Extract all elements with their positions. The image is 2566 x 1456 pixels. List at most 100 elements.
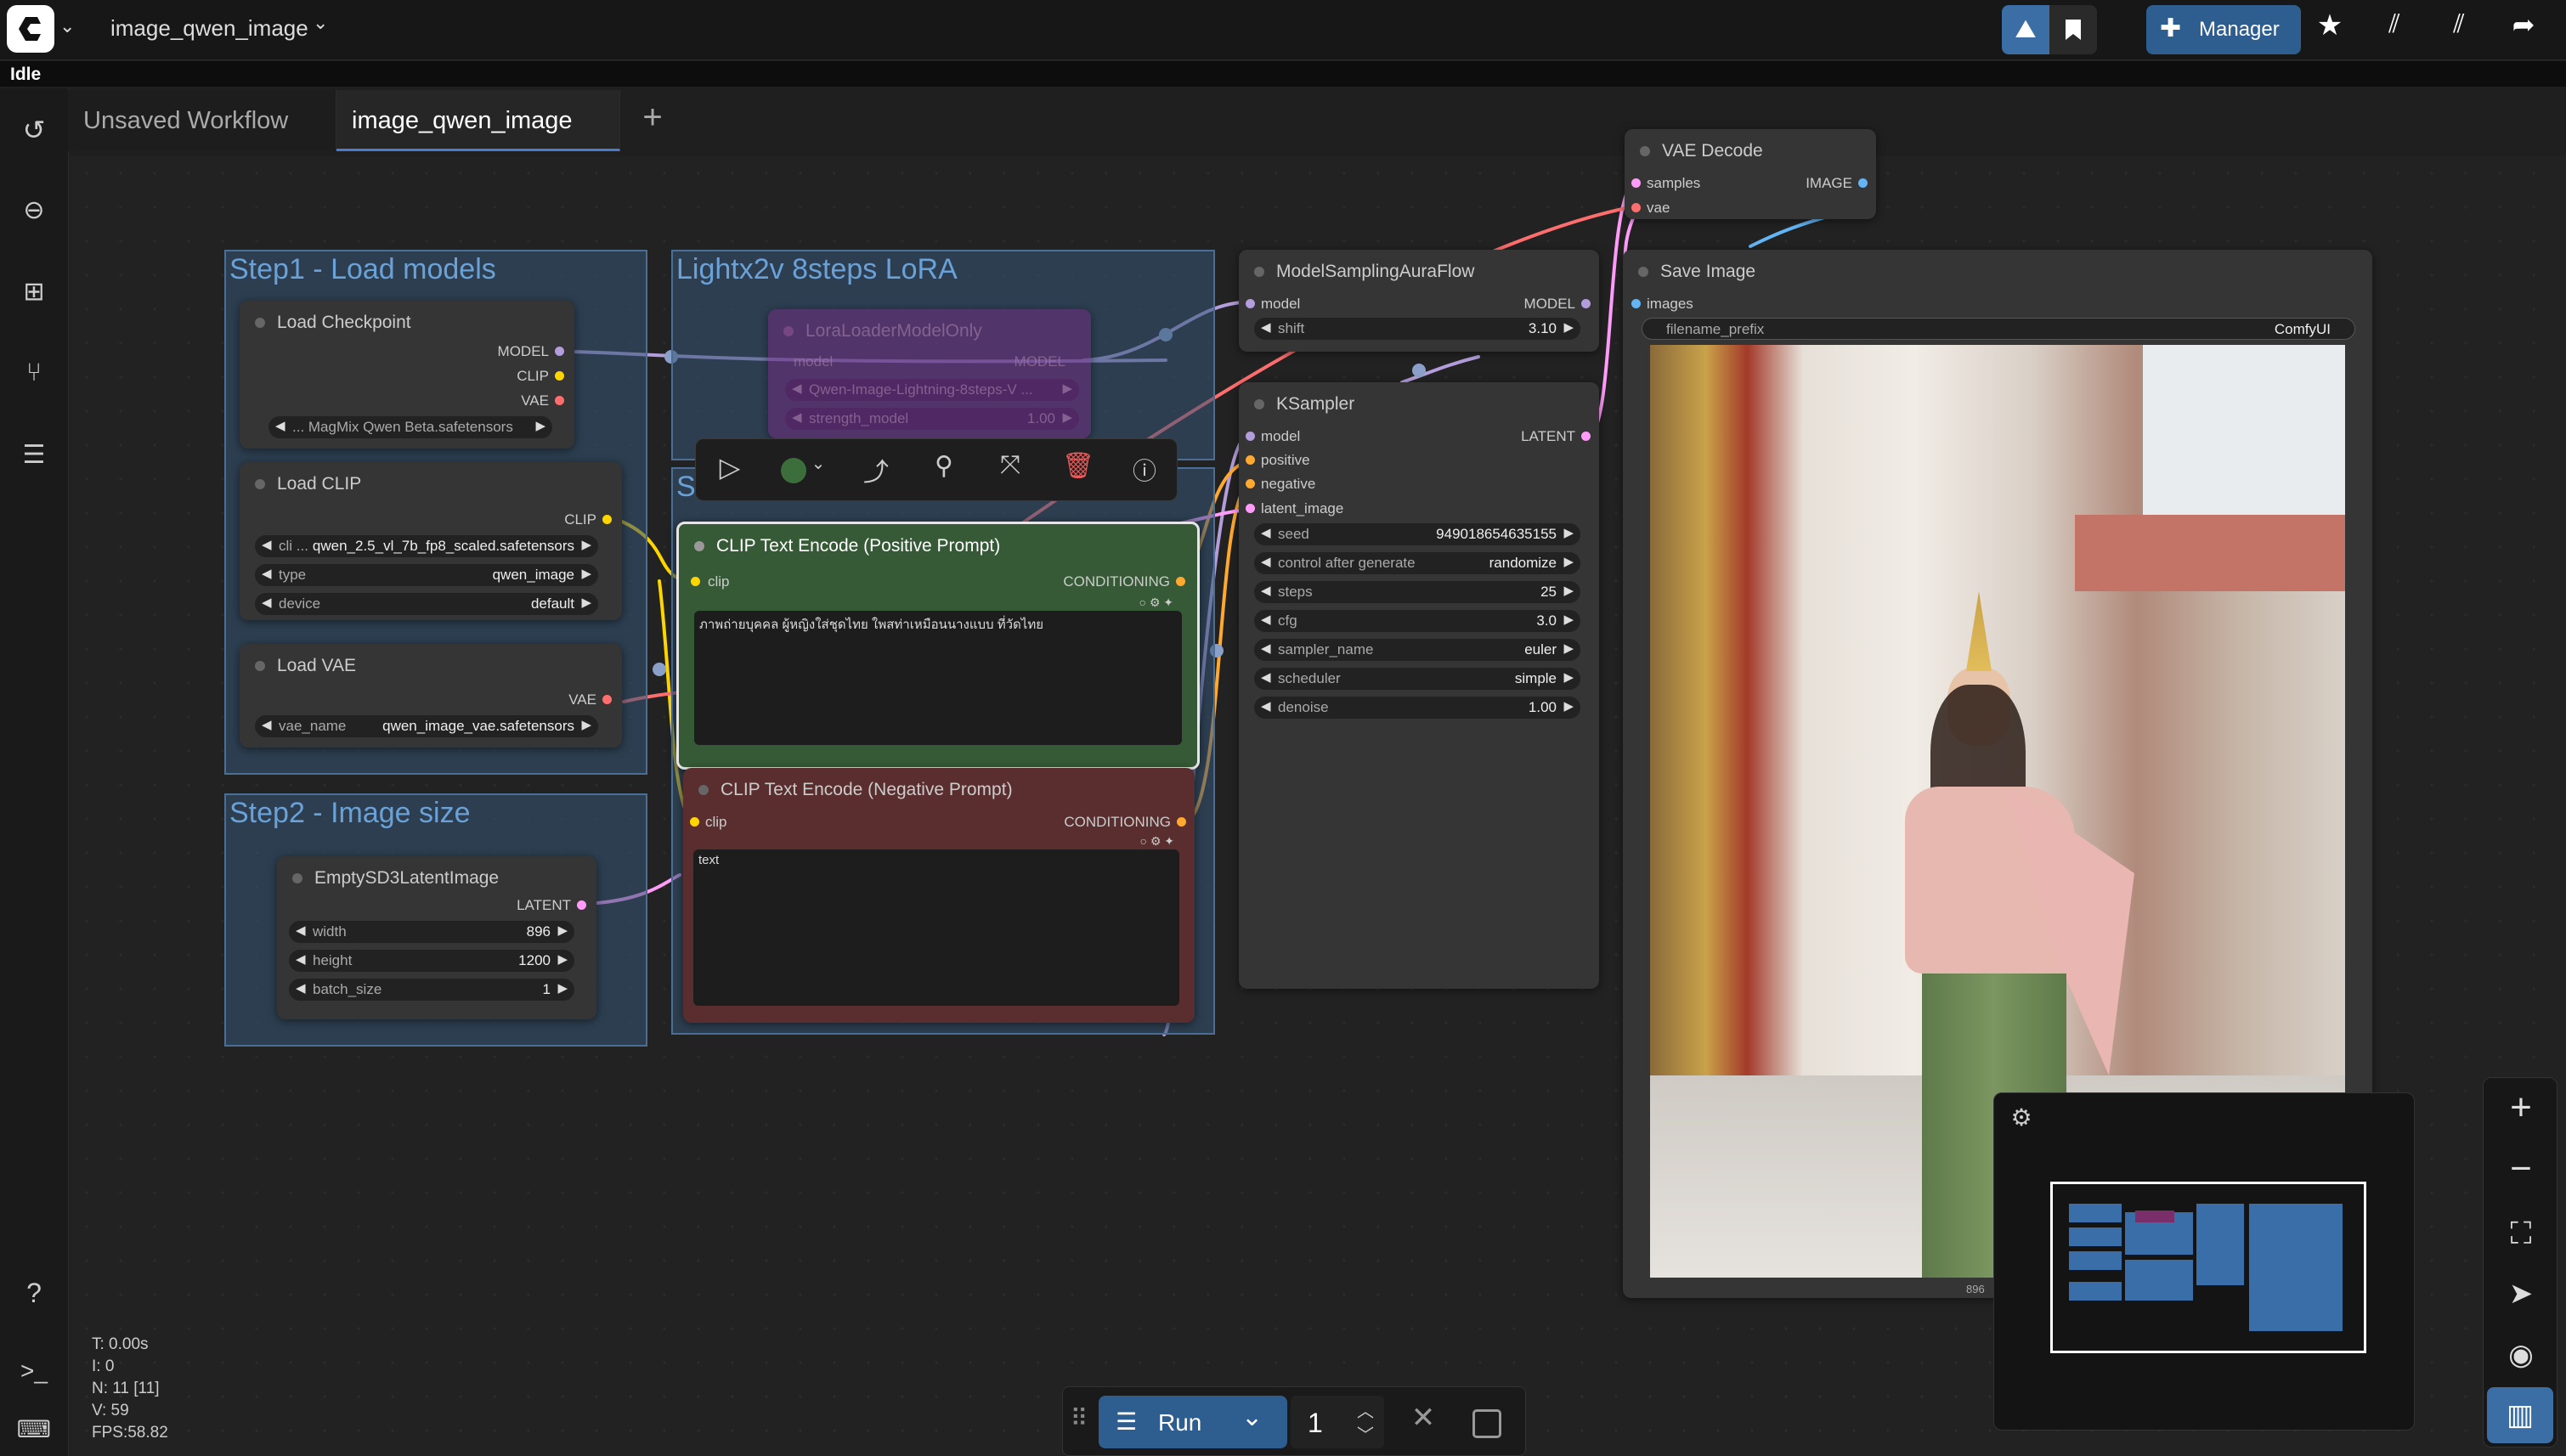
new-tab-plus-icon[interactable]: + [629,99,676,137]
node-library-icon[interactable]: ⊖ [0,195,68,225]
workflow-name[interactable]: image_qwen_image [110,15,308,42]
node-status-dot[interactable] [1254,399,1264,409]
output-conditioning-slot[interactable] [1176,577,1185,586]
output-model-slot[interactable] [1581,299,1591,308]
star-icon[interactable]: ★ [2306,8,2354,42]
queue-history-icon[interactable]: ↺ [0,114,68,146]
node-lora-loader-model-only[interactable]: LoraLoaderModelOnly model MODEL ◀ Qwen-I… [768,309,1091,438]
arrow-left-icon[interactable]: ◀ [1261,641,1271,656]
zoom-in-icon[interactable]: + [2484,1086,2558,1129]
prompt-tools-icons[interactable]: ○ ⚙ ✦ [1139,834,1174,849]
node-load-vae[interactable]: Load VAE VAE ◀ vae_name qwen_image_vae.s… [240,644,622,748]
arrow-right-icon[interactable]: ▶ [1563,583,1574,598]
cpu-monitor-icon[interactable]: ⫽ [2435,10,2483,39]
cancel-run-icon[interactable]: ✕ [1406,1401,1440,1435]
shift-input[interactable]: ◀ shift 3.10 ▶ [1254,318,1580,340]
arrow-left-icon[interactable]: ◀ [262,717,272,732]
bookmark-icon[interactable] [2049,5,2097,54]
output-vae-slot[interactable] [602,695,612,704]
node-status-dot[interactable] [783,326,794,336]
drag-handle-icon[interactable]: ⠿ [1066,1404,1092,1432]
arrow-left-icon[interactable]: ◀ [262,566,272,581]
cfg-input[interactable]: ◀ cfg 3.0 ▶ [1254,610,1580,632]
node-status-dot[interactable] [1640,146,1650,156]
arrow-left-icon[interactable]: ◀ [1261,669,1271,685]
workflows-icon[interactable]: ⑂ [0,358,68,387]
input-latent-image-slot[interactable] [1246,504,1255,513]
output-clip-slot[interactable] [555,371,564,381]
keyboard-icon[interactable]: ⌨ [0,1415,68,1443]
workflow-name-chevron-icon[interactable]: ⌄ [313,12,328,34]
node-vae-decode[interactable]: VAE Decode samples vae IMAGE [1625,129,1876,219]
height-input[interactable]: ◀ height 1200 ▶ [289,950,574,972]
input-negative-slot[interactable] [1246,479,1255,488]
lora-name-combo[interactable]: ◀ Qwen-Image-Lightning-8steps-V ... ▶ [785,379,1079,401]
node-model-sampling-auraflow[interactable]: ModelSamplingAuraFlow model MODEL ◀ shif… [1239,250,1599,352]
node-empty-sd3-latent-image[interactable]: EmptySD3LatentImage LATENT ◀ width 896 ▶… [277,856,596,1019]
filename-prefix-input[interactable]: filename_prefix ComfyUI [1642,318,2355,340]
strength-model-input[interactable]: ◀ strength_model 1.00 ▶ [785,408,1079,430]
delete-trash-icon[interactable]: 🗑 [1061,451,1095,481]
output-conditioning-slot[interactable] [1177,817,1186,827]
positive-prompt-textarea[interactable]: ภาพถ่ายบุคคล ผู้หญิงใส่ชุดไทย ใพสท่าเหมื… [694,611,1182,745]
output-latent-slot[interactable] [1581,432,1591,441]
run-button[interactable]: ☰ Run ⌄ [1099,1396,1287,1448]
arrow-left-icon[interactable]: ◀ [296,980,306,996]
arrow-right-icon[interactable]: ▶ [581,595,591,610]
input-vae-slot[interactable] [1631,203,1641,212]
node-ksampler[interactable]: KSampler model positive negative latent_… [1239,382,1599,989]
negative-prompt-textarea[interactable]: text [693,849,1179,1006]
arrow-right-icon[interactable]: ▶ [1563,669,1574,685]
arrow-right-icon[interactable]: ▶ [581,717,591,732]
input-clip-slot[interactable] [690,817,699,827]
node-load-checkpoint[interactable]: Load Checkpoint MODEL CLIP VAE ◀ ... Mag… [240,301,574,449]
execute-node-icon[interactable]: ▷ [713,451,747,483]
convert-to-subgraph-icon[interactable]: ⤧ [993,451,1027,480]
bypass-icon[interactable]: ⤴ [859,451,893,488]
arrow-left-icon[interactable]: ◀ [296,923,306,938]
color-chevron-icon[interactable]: ⌄ [810,453,827,474]
output-vae-slot[interactable] [555,396,564,405]
output-clip-slot[interactable] [602,515,612,524]
arrow-right-icon[interactable]: ▶ [557,980,568,996]
minimap[interactable]: ⚙ [1993,1092,2415,1431]
node-load-clip[interactable]: Load CLIP CLIP ◀ cli ... qwen_2.5_vl_7b_… [240,462,622,620]
arrow-left-icon[interactable]: ◀ [296,951,306,967]
arrow-right-icon[interactable]: ▶ [1062,381,1072,396]
control-after-generate-combo[interactable]: ◀ control after generate randomize ▶ [1254,552,1580,574]
node-clip-text-encode-positive[interactable]: CLIP Text Encode (Positive Prompt) clip … [676,522,1200,770]
node-status-dot[interactable] [255,318,265,328]
terminal-icon[interactable]: >_ [0,1357,68,1385]
comfy-registry-icon[interactable]: ⛰ [2002,5,2049,54]
node-status-dot[interactable] [694,541,704,551]
arrow-left-icon[interactable]: ◀ [275,418,285,433]
input-model-slot[interactable] [1246,299,1255,308]
node-help-icon[interactable]: ⓘ [1128,453,1161,487]
batch-size-input[interactable]: ◀ batch_size 1 ▶ [289,979,574,1001]
arrow-left-icon[interactable]: ◀ [1261,319,1271,335]
arrow-left-icon[interactable]: ◀ [792,409,802,425]
logo-menu-chevron-icon[interactable]: ⌄ [59,15,75,37]
arrow-right-icon[interactable]: ▶ [1563,319,1574,335]
output-model-slot[interactable] [555,347,564,356]
input-positive-slot[interactable] [1246,455,1255,465]
node-status-dot[interactable] [255,661,265,671]
output-image-slot[interactable] [1858,178,1868,188]
minimap-settings-icon[interactable]: ⚙ [2006,1103,2037,1132]
arrow-left-icon[interactable]: ◀ [1261,583,1271,598]
node-status-dot[interactable] [292,873,302,883]
node-status-dot[interactable] [1254,267,1264,277]
increment-icon[interactable]: ︿ [1357,1397,1374,1422]
help-icon[interactable]: ? [0,1278,68,1309]
arrow-left-icon[interactable]: ◀ [262,595,272,610]
arrow-left-icon[interactable]: ◀ [1261,612,1271,627]
arrow-left-icon[interactable]: ◀ [262,537,272,552]
manager-button[interactable]: ✚ Manager [2146,5,2301,54]
pin-icon[interactable]: ⚲ [927,451,961,481]
prompt-tools-icons[interactable]: ○ ⚙ ✦ [1139,595,1173,610]
arrow-right-icon[interactable]: ▶ [1563,525,1574,540]
clip-type-combo[interactable]: ◀ type qwen_image ▶ [255,564,598,586]
arrow-right-icon[interactable]: ▶ [557,951,568,967]
scheduler-combo[interactable]: ◀ scheduler simple ▶ [1254,668,1580,690]
arrow-right-icon[interactable]: ▶ [581,566,591,581]
